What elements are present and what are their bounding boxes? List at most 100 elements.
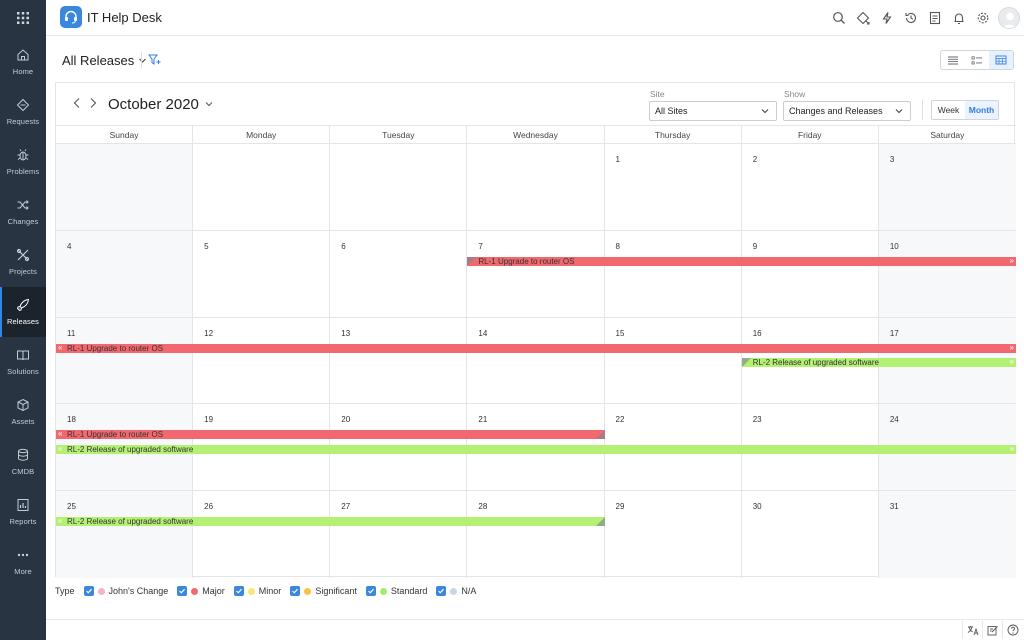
search-icon[interactable] (827, 6, 851, 30)
calendar: October 2020 Site All Sites Show Changes… (55, 82, 1016, 578)
calendar-day-cell[interactable]: 12 (193, 317, 331, 405)
release-event-bar[interactable]: RL-1 Upgrade to router OS (467, 256, 1016, 266)
app-grid-icon[interactable] (0, 0, 46, 36)
sidebar-item-more[interactable]: More (0, 537, 46, 587)
release-event-bar[interactable]: RL-2 Release of upgraded software (56, 444, 1016, 454)
day-number: 18 (67, 415, 76, 425)
view-selector[interactable]: All Releases (62, 53, 147, 68)
calendar-day-cell[interactable] (330, 144, 468, 231)
bell-icon[interactable] (947, 6, 971, 30)
calendar-day-cell[interactable]: 30 (742, 491, 879, 578)
checkbox-checked-icon[interactable] (365, 586, 376, 596)
release-event-bar[interactable]: RL-1 Upgrade to router OS (56, 430, 605, 440)
chevron-down-icon (761, 109, 769, 114)
edit-note-icon[interactable] (982, 621, 1002, 639)
history-icon[interactable] (899, 6, 923, 30)
sidebar-item-cmdb[interactable]: CMDB (0, 437, 46, 487)
sidebar-item-assets[interactable]: Assets (0, 387, 46, 437)
legend-item[interactable]: Significant (290, 586, 357, 596)
week-button[interactable]: Week (932, 101, 965, 119)
calendar-day-cell[interactable]: 10 (878, 230, 1016, 318)
calendar-day-cell[interactable]: 8 (604, 230, 742, 318)
release-event-bar[interactable]: RL-1 Upgrade to router OS (56, 343, 1016, 353)
calendar-day-cell[interactable]: 3 (878, 144, 1016, 231)
release-event-bar[interactable]: RL-2 Release of upgraded software (741, 358, 1016, 368)
legend-item[interactable]: John's Change (83, 586, 168, 596)
sidebar-item-releases[interactable]: Releases (0, 287, 46, 337)
month-picker-chevron[interactable] (205, 99, 213, 111)
sidebar-item-changes[interactable]: Changes (0, 187, 46, 237)
legend-item[interactable]: Standard (365, 586, 427, 596)
translate-icon[interactable] (962, 621, 982, 639)
next-month-button[interactable] (88, 97, 98, 112)
day-number: 25 (67, 502, 76, 512)
month-button[interactable]: Month (965, 101, 998, 119)
calendar-view-button[interactable] (989, 51, 1013, 69)
checkbox-checked-icon[interactable] (436, 586, 447, 596)
calendar-day-cell[interactable]: 29 (605, 491, 742, 578)
requests-icon (16, 98, 30, 112)
calendar-day-cell[interactable]: 2 (741, 144, 879, 231)
calendar-day-cell[interactable]: 6 (330, 230, 468, 318)
gear-icon[interactable] (971, 6, 995, 30)
footer-bar (46, 619, 1024, 640)
day-number: 19 (204, 415, 214, 425)
checkbox-checked-icon[interactable] (233, 586, 244, 596)
calendar-day-cell[interactable]: 28 (467, 491, 605, 578)
calendar-day-cell[interactable]: 9 (741, 230, 879, 318)
app-title: IT Help Desk (87, 10, 162, 25)
avatar[interactable] (998, 7, 1020, 29)
day-number: 9 (752, 241, 758, 251)
calendar-day-cell[interactable]: 13 (330, 317, 468, 405)
checkbox-checked-icon[interactable] (83, 586, 94, 596)
calendar-day-cell[interactable]: 1 (604, 144, 742, 231)
legend-item[interactable]: N/A (436, 586, 476, 596)
calendar-day-cell[interactable]: 27 (330, 491, 468, 578)
sidebar-item-solutions[interactable]: Solutions (0, 337, 46, 387)
sidebar-item-projects[interactable]: Projects (0, 237, 46, 287)
day-number: 12 (204, 328, 214, 338)
release-event-bar[interactable]: RL-2 Release of upgraded software (56, 517, 605, 527)
calendar-day-cell[interactable]: 14 (467, 317, 605, 405)
weekday-header: Tuesday (330, 125, 468, 144)
legend-item[interactable]: Minor (233, 586, 281, 596)
show-select[interactable]: Changes and Releases (783, 101, 911, 121)
calendar-day-cell[interactable]: 31 (878, 491, 1016, 578)
calendar-day-cell[interactable]: 26 (193, 491, 331, 578)
checkbox-checked-icon[interactable] (177, 586, 188, 596)
day-number: 28 (478, 502, 488, 512)
legend-item[interactable]: Major (177, 586, 225, 596)
sidebar-item-label: CMDB (11, 467, 35, 476)
site-select[interactable]: All Sites (649, 101, 777, 121)
calendar-day-cell[interactable] (56, 144, 194, 231)
day-number: 13 (341, 328, 351, 338)
legend-item-label: Major (202, 586, 225, 596)
card-view-button[interactable] (965, 51, 989, 69)
filter-icon[interactable] (148, 54, 161, 69)
calendar-day-cell[interactable] (467, 144, 605, 231)
sidebar-item-label: Changes (7, 217, 39, 226)
calendar-day-cell[interactable]: 15 (604, 317, 742, 405)
calendar-day-cell[interactable]: 11 (56, 317, 194, 405)
calendar-day-cell[interactable]: 5 (193, 230, 331, 318)
new-request-icon[interactable] (851, 6, 875, 30)
checkbox-checked-icon[interactable] (290, 586, 301, 596)
sidebar-item-problems[interactable]: Problems (0, 137, 46, 187)
help-icon[interactable] (1002, 621, 1022, 639)
sidebar-item-requests[interactable]: Requests (0, 87, 46, 137)
day-number: 29 (615, 502, 625, 512)
sidebar-item-label: Assets (11, 417, 35, 426)
calendar-day-cell[interactable]: 4 (56, 230, 194, 318)
show-select-value: Changes and Releases (789, 106, 883, 116)
notes-icon[interactable] (923, 6, 947, 30)
lightning-icon[interactable] (875, 6, 899, 30)
list-view-button[interactable] (941, 51, 965, 69)
sidebar-item-reports[interactable]: Reports (0, 487, 46, 537)
calendar-day-cell[interactable]: 25 (56, 491, 194, 578)
calendar-day-cell[interactable] (193, 144, 331, 231)
previous-month-button[interactable] (72, 97, 82, 112)
calendar-day-cell[interactable]: 7 (467, 230, 605, 318)
legend-color-dot (191, 587, 199, 595)
weekday-header: Thursday (604, 125, 742, 144)
sidebar-item-home[interactable]: Home (0, 37, 46, 87)
